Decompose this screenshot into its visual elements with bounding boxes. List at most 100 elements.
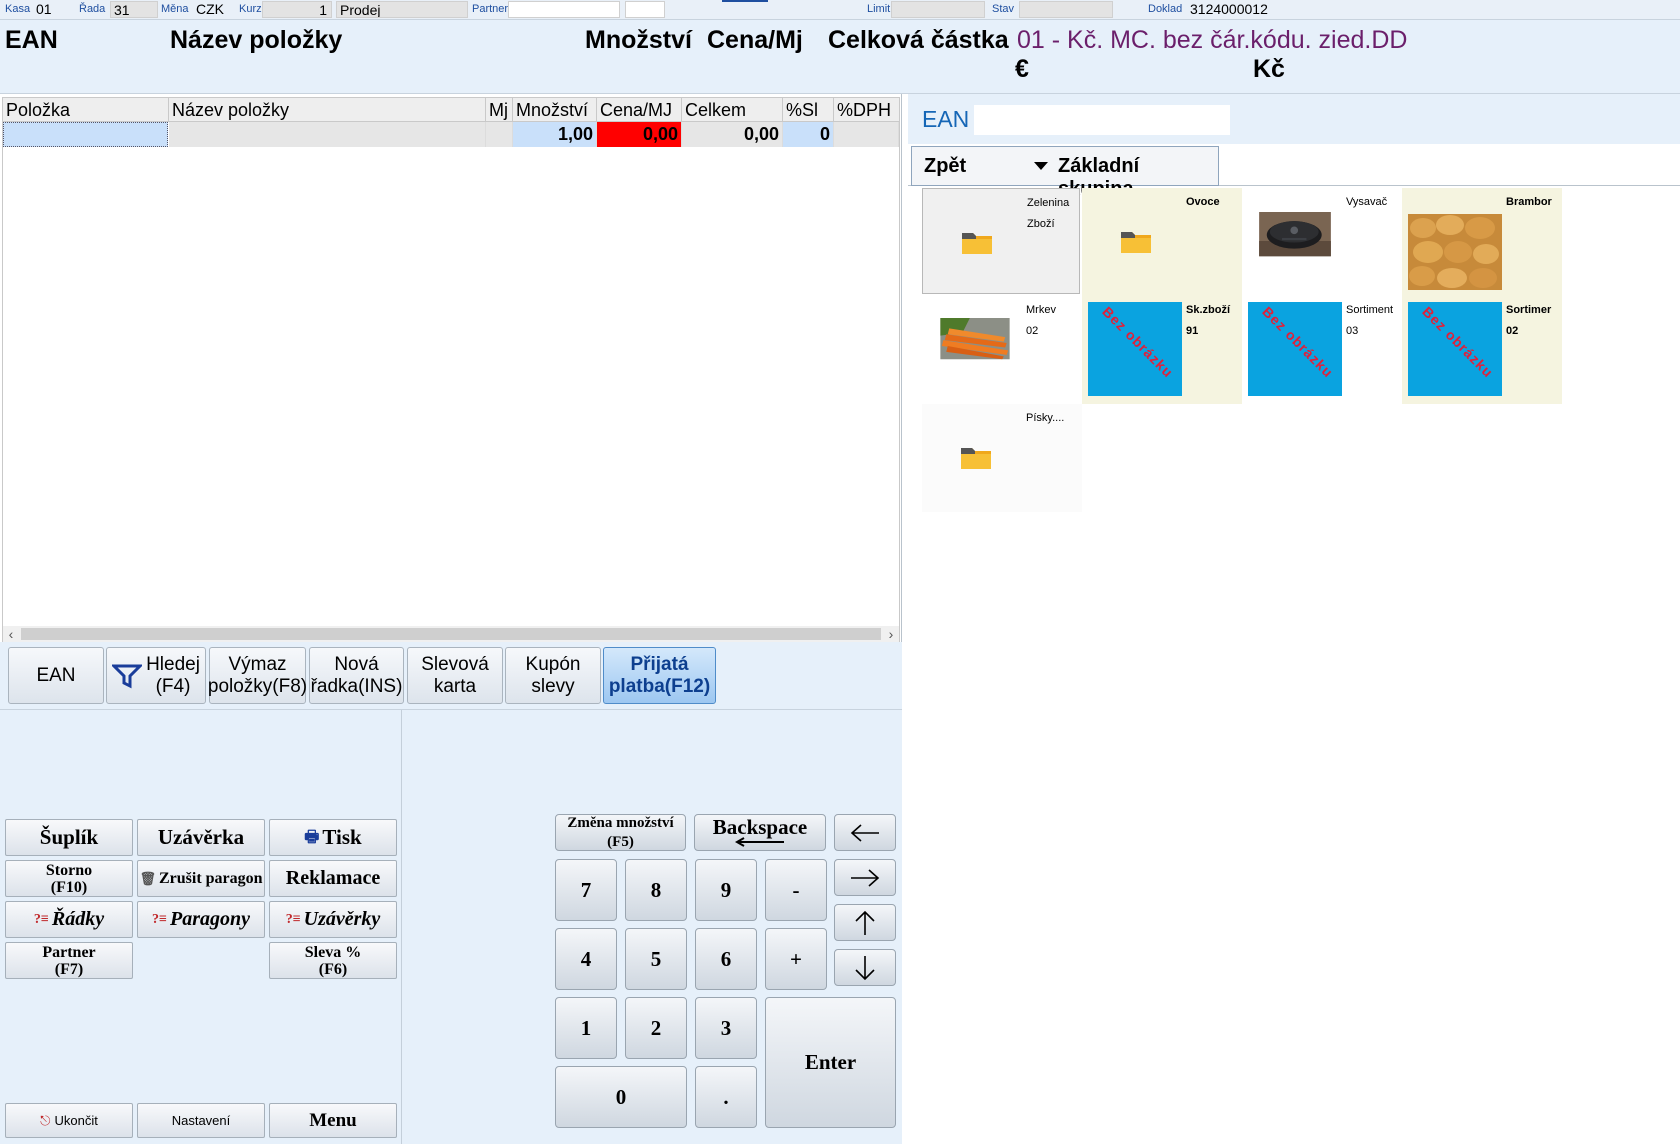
- cell-sleva[interactable]: 0: [783, 122, 834, 147]
- settings-button[interactable]: Nastavení: [137, 1103, 265, 1138]
- items-grid[interactable]: Položka Název položky Mj Množství Cena/M…: [2, 97, 900, 643]
- enter-button[interactable]: Enter: [765, 997, 896, 1128]
- grid-header: Položka Název položky Mj Množství Cena/M…: [3, 98, 899, 122]
- tile-brambor[interactable]: Brambor: [1402, 188, 1562, 296]
- delete-item-button[interactable]: Výmaz položky(F8): [208, 647, 307, 704]
- scroll-left-icon[interactable]: ‹: [3, 626, 19, 642]
- payment-button[interactable]: Přijatá platba(F12): [603, 647, 716, 704]
- chevron-down-icon[interactable]: [1034, 162, 1048, 170]
- key-8[interactable]: 8: [625, 859, 687, 921]
- tile-zelenina[interactable]: Zelenina Zboží: [922, 188, 1080, 294]
- col-dph[interactable]: %DPH: [834, 98, 899, 122]
- key-7[interactable]: 7: [555, 859, 617, 921]
- key-minus[interactable]: -: [765, 859, 827, 921]
- cell-mj[interactable]: [486, 122, 513, 147]
- arrow-up-button[interactable]: [834, 904, 896, 941]
- cancel-receipt-button[interactable]: 🗑 Zrušit paragon: [137, 860, 265, 897]
- cell-cena[interactable]: 0,00: [597, 122, 682, 147]
- col-polozka[interactable]: Položka: [3, 98, 169, 122]
- scroll-right-icon[interactable]: ›: [883, 626, 899, 642]
- no-image-placeholder: Bez obrázku: [1248, 302, 1342, 396]
- arrow-down-button[interactable]: [834, 949, 896, 986]
- cell-nazev[interactable]: [169, 122, 486, 147]
- group-selector-row: Zpět Základní skupina: [908, 144, 1680, 200]
- tile-vysavac[interactable]: Vysavač: [1242, 188, 1402, 296]
- partner-label: Partner: [472, 3, 509, 15]
- arrow-right-button[interactable]: [834, 859, 896, 896]
- key-plus[interactable]: +: [765, 928, 827, 990]
- folder-icon: [962, 233, 992, 254]
- partner-button[interactable]: Partner (F7): [5, 942, 133, 979]
- stav-label: Stav: [992, 3, 1015, 15]
- tile-sk-zbozi[interactable]: Bez obrázku Sk.zboží 91: [1082, 296, 1242, 404]
- new-row-label-1: Nová: [334, 653, 379, 675]
- limit-label: Limit: [867, 3, 891, 15]
- cell-dph[interactable]: [834, 122, 899, 147]
- col-nazev[interactable]: Název položky: [169, 98, 486, 122]
- focus-marker: [722, 0, 768, 2]
- discount-label-1: Sleva %: [304, 943, 362, 961]
- search-button[interactable]: Hledej (F4): [106, 647, 206, 704]
- cell-mnozstvi[interactable]: 1,00: [513, 122, 597, 147]
- partner-extra-field[interactable]: [625, 1, 665, 18]
- tile-sortiment-02[interactable]: Bez obrázku Sortimer 02: [1402, 296, 1562, 404]
- payment-label-1: Přijatá: [630, 653, 689, 675]
- ean-input[interactable]: [974, 105, 1230, 135]
- scrollbar-thumb[interactable]: [21, 628, 881, 640]
- print-button[interactable]: 🖶 Tisk: [269, 819, 397, 856]
- col-mj[interactable]: Mj: [486, 98, 513, 122]
- exit-label: Ukončit: [54, 1113, 98, 1128]
- key-9[interactable]: 9: [695, 859, 757, 921]
- partner-field[interactable]: [508, 1, 620, 18]
- closures-button[interactable]: ?≡ Uzávěrky: [269, 901, 397, 938]
- cell-polozka[interactable]: [3, 122, 168, 147]
- ean-button[interactable]: EAN: [8, 647, 104, 704]
- key-5[interactable]: 5: [625, 928, 687, 990]
- tile-mrkev[interactable]: Mrkev 02: [922, 296, 1082, 404]
- col-celkem[interactable]: Celkem: [682, 98, 783, 122]
- group-select[interactable]: Zpět Základní skupina: [911, 146, 1219, 200]
- arrow-left-icon: [850, 823, 879, 842]
- tile-sub: Zboží: [1027, 218, 1055, 230]
- search-label-2: (F4): [155, 675, 191, 697]
- discount-percent-button[interactable]: Sleva % (F6): [269, 942, 397, 979]
- backspace-button[interactable]: Backspace: [694, 814, 826, 851]
- backspace-arrow-icon: [734, 837, 784, 847]
- limit-value: [891, 1, 985, 18]
- table-row[interactable]: 1,00 0,00 0,00 0: [3, 122, 899, 147]
- cell-celkem[interactable]: 0,00: [682, 122, 783, 147]
- new-row-button[interactable]: Nová řadka(INS): [309, 647, 404, 704]
- coupon-button[interactable]: Kupón slevy: [505, 647, 601, 704]
- key-4[interactable]: 4: [555, 928, 617, 990]
- rows-label: Řádky: [51, 908, 105, 930]
- rows-button[interactable]: ?≡ Řádky: [5, 901, 133, 938]
- key-6[interactable]: 6: [695, 928, 757, 990]
- change-quantity-label-2: (F5): [607, 833, 634, 850]
- storno-button[interactable]: Storno (F10): [5, 860, 133, 897]
- col-sleva[interactable]: %Sl: [783, 98, 834, 122]
- item-header: EAN Název položky Množství Cena/Mj Celko…: [0, 20, 1680, 94]
- doklad-label: Doklad: [1148, 3, 1183, 15]
- tile-pisky[interactable]: Písky....: [922, 404, 1082, 512]
- tile-ovoce[interactable]: Ovoce: [1082, 188, 1242, 296]
- ean-button-label: EAN: [36, 664, 76, 686]
- discount-card-button[interactable]: Slevová karta: [407, 647, 503, 704]
- tile-sub: 91: [1186, 325, 1199, 337]
- closure-button[interactable]: Uzávěrka: [137, 819, 265, 856]
- col-mnozstvi[interactable]: Množství: [513, 98, 597, 122]
- complaint-button[interactable]: Reklamace: [269, 860, 397, 897]
- horizontal-scrollbar[interactable]: ‹ ›: [3, 626, 899, 642]
- search-label-1: Hledej: [146, 653, 200, 675]
- col-cena[interactable]: Cena/MJ: [597, 98, 682, 122]
- receipt-panel: Položka Název položky Mj Množství Cena/M…: [0, 94, 902, 1144]
- menu-button[interactable]: Menu: [269, 1103, 397, 1138]
- backspace-label: Backspace: [712, 815, 808, 839]
- exit-button[interactable]: ⎋ Ukončit: [5, 1103, 133, 1138]
- receipts-button[interactable]: ?≡ Paragony: [137, 901, 265, 938]
- drawer-button[interactable]: Šuplík: [5, 819, 133, 856]
- tile-sortiment-03[interactable]: Bez obrázku Sortiment 03: [1242, 296, 1402, 404]
- change-quantity-button[interactable]: Změna množství (F5): [555, 814, 686, 851]
- key-0[interactable]: 0: [555, 1066, 687, 1128]
- arrow-left-button[interactable]: [834, 814, 896, 851]
- key-decimal[interactable]: .: [695, 1066, 757, 1128]
